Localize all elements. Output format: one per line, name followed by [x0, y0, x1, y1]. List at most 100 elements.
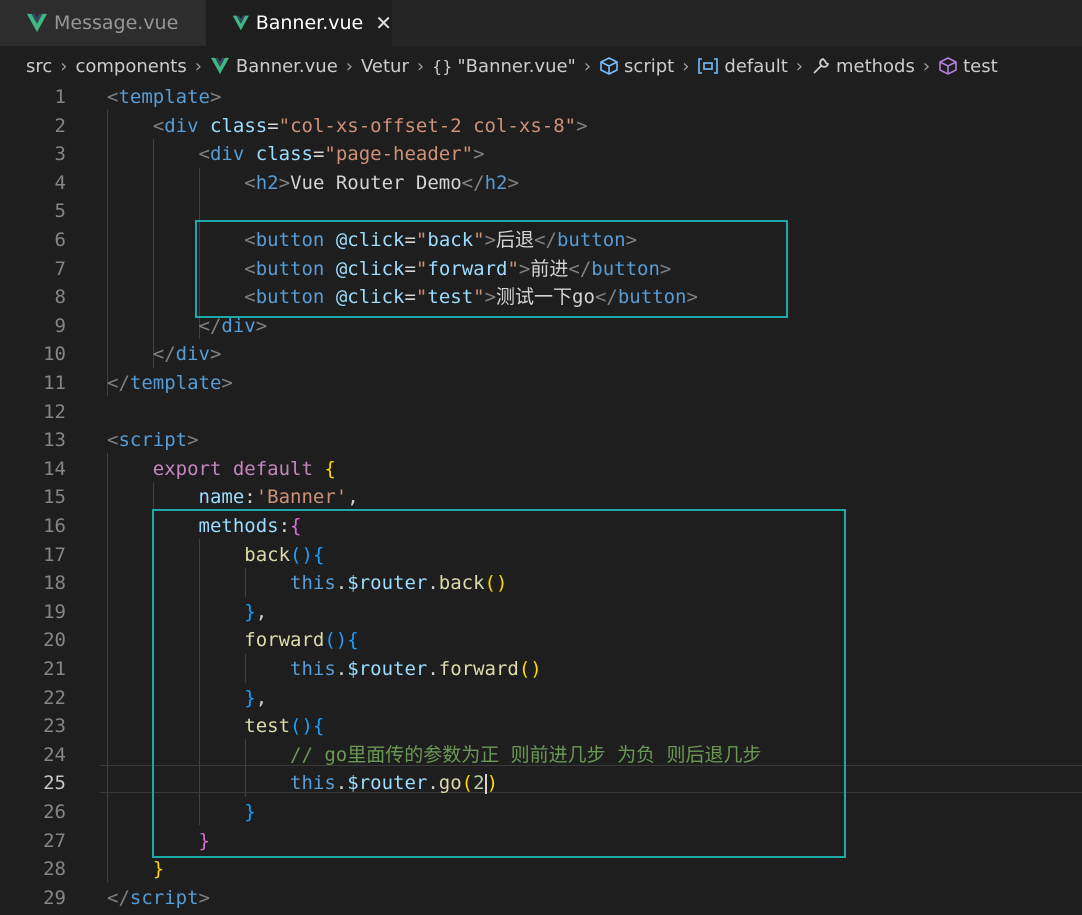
code-line[interactable]: 13 <script> — [0, 426, 1082, 455]
breadcrumb-item-methods[interactable]: methods — [811, 56, 915, 77]
code-text: </div> — [107, 340, 222, 369]
code-token: = — [312, 143, 325, 166]
line-number: 3 — [54, 143, 66, 166]
line-number: 25 — [43, 772, 66, 795]
tab-label: Message.vue — [54, 12, 179, 34]
breadcrumb-item-file[interactable]: Banner.vue — [210, 56, 338, 77]
line-number: 4 — [54, 171, 66, 194]
code-token: class — [255, 143, 313, 166]
code-line[interactable]: 2 <div class="col-xs-offset-2 col-xs-8"> — [0, 112, 1082, 141]
code-token: { — [324, 457, 336, 480]
tab-message-vue[interactable]: Message.vue — [0, 0, 206, 46]
code-token: script — [118, 429, 188, 452]
code-token: > — [278, 171, 291, 194]
chevron-right-icon: › — [345, 55, 353, 77]
breadcrumb-item-src[interactable]: src — [26, 56, 52, 77]
breadcrumb-item-vetur[interactable]: Vetur — [361, 56, 409, 77]
code-token: < — [107, 429, 119, 452]
code-line[interactable]: 28 } — [0, 855, 1082, 884]
line-number: 14 — [43, 457, 66, 480]
code-token: template — [118, 86, 210, 108]
code-line[interactable]: 12 — [0, 398, 1082, 427]
code-line[interactable]: 1 <template> — [0, 83, 1082, 112]
breadcrumb-item-components[interactable]: components — [75, 56, 186, 77]
code-text: name:'Banner', — [107, 483, 359, 512]
code-text: <div class="page-header"> — [107, 140, 485, 169]
code-token: < — [107, 86, 119, 108]
line-number: 7 — [54, 257, 66, 280]
code-token: > — [255, 314, 268, 337]
chevron-right-icon: › — [416, 55, 425, 77]
line-number: 29 — [43, 886, 66, 909]
line-number: 22 — [43, 686, 66, 709]
code-token: </ — [152, 343, 176, 366]
variable-icon — [698, 58, 719, 74]
line-number: 11 — [43, 372, 66, 394]
code-text: <script> — [107, 426, 199, 455]
code-token: > — [576, 114, 588, 137]
code-line[interactable]: 11 </template> — [0, 369, 1082, 398]
vue-icon — [210, 57, 229, 75]
breadcrumb-item-module[interactable]: {} "Banner.vue" — [432, 56, 576, 77]
code-line[interactable]: 4 <h2>Vue Router Demo</h2> — [0, 169, 1082, 198]
code-line[interactable]: 29 </script> — [0, 884, 1082, 913]
code-line[interactable]: 3 <div class="page-header"> — [0, 140, 1082, 169]
code-token: "col-xs-offset-2 col-xs-8" — [278, 114, 577, 137]
code-token: class — [210, 114, 268, 137]
code-line[interactable]: 14 export default { — [0, 455, 1082, 484]
code-token: name — [198, 486, 245, 509]
close-icon[interactable]: ✕ — [375, 11, 392, 35]
code-token: </ — [198, 314, 222, 337]
cube-icon — [600, 57, 618, 75]
line-number: 9 — [54, 314, 66, 337]
chevron-right-icon: › — [60, 55, 68, 77]
code-text: export default { — [107, 455, 336, 484]
code-token: < — [244, 171, 256, 194]
code-line[interactable]: 10 </div> — [0, 340, 1082, 369]
code-token: > — [209, 343, 222, 366]
code-text: <h2>Vue Router Demo</h2> — [107, 169, 519, 198]
tab-banner-vue[interactable]: Banner.vue ✕ — [206, 0, 392, 46]
breadcrumb-item-test[interactable]: test — [938, 56, 998, 77]
code-token: div — [221, 314, 256, 337]
code-token: : — [244, 486, 256, 509]
code-token: </ — [461, 171, 485, 194]
breadcrumb-default-label: default — [724, 55, 788, 77]
code-token: </ — [107, 372, 130, 394]
code-token: div — [209, 143, 245, 166]
code-token: < — [198, 143, 210, 166]
code-token: default — [232, 457, 313, 480]
code-token: export — [152, 457, 222, 480]
braces-icon: {} — [432, 56, 453, 76]
breadcrumb-test-label: test — [963, 55, 998, 77]
chevron-right-icon: › — [194, 55, 202, 77]
code-token: 'Banner' — [255, 486, 348, 509]
code-token: "page-header" — [324, 143, 474, 166]
tab-label: Banner.vue — [255, 12, 364, 34]
code-token: = — [267, 114, 279, 137]
line-number: 15 — [43, 486, 66, 509]
code-line[interactable]: 15 name:'Banner', — [0, 483, 1082, 512]
breadcrumb-methods-label: methods — [835, 55, 915, 77]
breadcrumb-item-default[interactable]: default — [697, 55, 788, 77]
code-token: div — [175, 343, 210, 366]
line-number: 10 — [43, 343, 66, 366]
code-token: > — [187, 429, 199, 452]
vue-icon — [27, 13, 47, 33]
breadcrumb-script-label: script — [624, 55, 675, 77]
code-token: </ — [107, 886, 130, 909]
code-editor[interactable]: 1 <template> 2 <div class="col-xs-offset-2… — [0, 82, 1082, 915]
line-number: 27 — [43, 829, 66, 852]
breadcrumb: src › components › Banner.vue › Vetur › … — [0, 46, 1082, 86]
code-token: > — [507, 171, 519, 194]
breadcrumb-item-script[interactable]: script — [599, 56, 674, 77]
